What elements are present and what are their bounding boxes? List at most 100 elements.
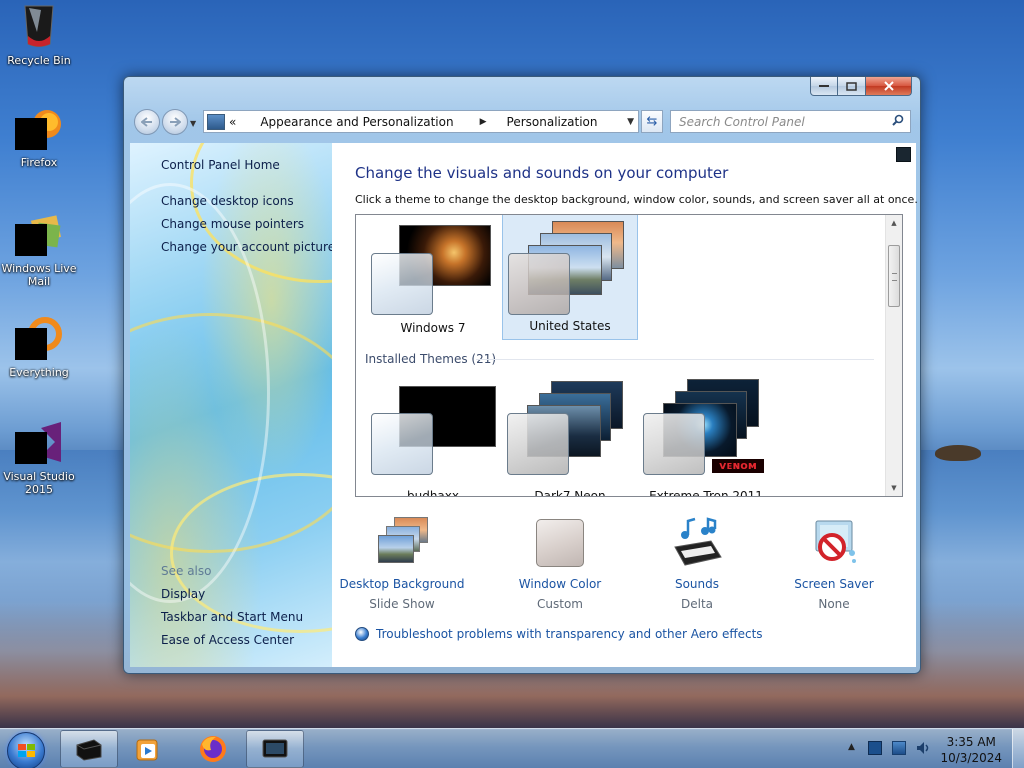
control-panel-icon [207, 113, 225, 130]
back-button[interactable] [134, 109, 160, 135]
refresh-icon: ⇆ [646, 114, 658, 129]
refresh-button[interactable]: ⇆ [641, 110, 663, 133]
scroll-down-icon[interactable]: ▼ [886, 480, 902, 496]
desktop-icon-recycle-bin[interactable]: Recycle Bin [0, 2, 78, 67]
window-color-swatch [371, 413, 433, 475]
section-divider [476, 359, 874, 360]
personalization-icon [262, 739, 288, 758]
network-icon[interactable] [892, 741, 906, 755]
window-color-option[interactable]: Window Color Custom [490, 517, 630, 611]
scroll-up-icon[interactable]: ▲ [886, 215, 902, 231]
desktop-icon-firefox[interactable]: Firefox [0, 104, 78, 169]
search-input[interactable]: Search Control Panel [679, 115, 892, 129]
window-color-swatch [507, 413, 569, 475]
show-hidden-icons-icon[interactable]: ▲ [848, 742, 855, 752]
theme-budhaxx[interactable]: budhaxx [365, 377, 501, 497]
show-desktop-button[interactable] [1012, 729, 1024, 768]
control-panel-home-link[interactable]: Control Panel Home [161, 158, 280, 172]
desktop-background-icon [376, 517, 428, 569]
window-color-icon [534, 517, 586, 569]
clock[interactable]: 3:35 AM 10/3/2024 [940, 734, 1002, 766]
help-icon[interactable] [896, 147, 911, 162]
recent-pages-dropdown[interactable]: ▼ [190, 119, 198, 128]
search-box[interactable]: Search Control Panel [670, 110, 911, 133]
personalization-window: ▼ « Appearance and Personalization ▶ Per… [123, 76, 921, 674]
change-mouse-pointers-link[interactable]: Change mouse pointers [161, 217, 304, 231]
taskbar-start-menu-link[interactable]: Taskbar and Start Menu [161, 610, 303, 624]
taskbar-explorer[interactable] [60, 730, 118, 768]
see-also-heading: See also [161, 564, 212, 578]
sounds-option[interactable]: Sounds Delta [627, 517, 767, 611]
theme-united-states[interactable]: United States [502, 215, 638, 340]
address-overflow[interactable]: « [229, 115, 236, 129]
sounds-label[interactable]: Sounds [627, 577, 767, 591]
clock-date: 10/3/2024 [940, 751, 1002, 765]
display-link[interactable]: Display [161, 587, 205, 601]
theme-windows-7[interactable]: Windows 7 [365, 215, 501, 341]
theme-name: budhaxx [406, 489, 459, 497]
windows-live-mail-icon [15, 210, 63, 258]
theme-extreme-tron-2011[interactable]: ᴠᴇɴᴏᴍ Extreme Tron 2011 [638, 377, 774, 496]
theme-name: Dark7 Neon [534, 489, 606, 497]
desktop-icon-visual-studio[interactable]: Visual Studio 2015 [0, 418, 78, 496]
clock-time: 3:35 AM [946, 735, 996, 749]
back-arrow-icon [141, 117, 152, 127]
content-pane: Change the visuals and sounds on your co… [332, 143, 918, 667]
scroll-thumb[interactable] [888, 245, 900, 307]
theme-name: Windows 7 [400, 321, 466, 335]
everything-icon [15, 314, 63, 362]
page-title: Change the visuals and sounds on your co… [355, 164, 729, 182]
sounds-icon [671, 517, 723, 569]
theme-dark7-neon[interactable]: Dark7 Neon [502, 377, 638, 497]
desktop-icon-windows-live-mail[interactable]: Windows Live Mail [0, 210, 78, 288]
forward-arrow-icon [170, 117, 181, 127]
taskbar-personalization[interactable] [246, 730, 304, 768]
window-color-swatch [508, 253, 570, 315]
action-center-icon[interactable] [868, 741, 882, 755]
window-color-label[interactable]: Window Color [490, 577, 630, 591]
taskbar: ▲ 3:35 AM 10/3/2024 [0, 728, 1024, 768]
volume-icon[interactable] [916, 741, 930, 755]
breadcrumb-personalization[interactable]: Personalization [507, 115, 598, 129]
theme-logo-badge: ᴠᴇɴᴏᴍ [712, 459, 764, 473]
address-bar[interactable]: « Appearance and Personalization ▶ Perso… [203, 110, 639, 133]
change-account-picture-link[interactable]: Change your account picture [161, 240, 332, 254]
firefox-icon [15, 104, 63, 152]
close-button[interactable] [866, 77, 912, 96]
taskbar-firefox[interactable] [184, 730, 242, 768]
ease-of-access-link[interactable]: Ease of Access Center [161, 633, 294, 647]
forward-button[interactable] [162, 109, 188, 135]
address-dropdown-icon[interactable]: ▼ [627, 117, 634, 127]
breadcrumb-appearance[interactable]: Appearance and Personalization [260, 115, 453, 129]
firefox-icon [200, 736, 226, 762]
change-desktop-icons-link[interactable]: Change desktop icons [161, 194, 294, 208]
troubleshoot-label[interactable]: Troubleshoot problems with transparency … [376, 627, 763, 641]
minimize-button[interactable] [810, 77, 838, 96]
desktop-background-option[interactable]: Desktop Background Slide Show [332, 517, 472, 611]
desktop-background-label[interactable]: Desktop Background [332, 577, 472, 591]
troubleshoot-link[interactable]: Troubleshoot problems with transparency … [355, 627, 763, 641]
left-navigation-pane: Control Panel Home Change desktop icons … [130, 143, 332, 667]
sounds-value: Delta [680, 597, 713, 611]
screen-saver-label[interactable]: Screen Saver [764, 577, 904, 591]
window-color-swatch [643, 413, 705, 475]
window-color-swatch [371, 253, 433, 315]
troubleshoot-icon [355, 627, 369, 641]
maximize-button[interactable] [838, 77, 866, 96]
desktop-rock [935, 445, 981, 461]
theme-list: Windows 7 United States Installed Themes… [355, 214, 903, 497]
start-button[interactable] [7, 732, 45, 768]
breadcrumb-separator-icon[interactable]: ▶ [480, 117, 487, 127]
desktop-background-value: Slide Show [369, 597, 435, 611]
taskbar-media-player[interactable] [119, 730, 177, 768]
windows-logo-icon [18, 744, 36, 759]
screen-saver-option[interactable]: Screen Saver None [764, 517, 904, 611]
window-color-value: Custom [537, 597, 583, 611]
caption-buttons [810, 77, 912, 97]
explorer-icon [76, 739, 102, 761]
theme-name: United States [529, 319, 611, 333]
recycle-bin-icon [15, 2, 63, 50]
desktop-icon-everything[interactable]: Everything [0, 314, 78, 379]
search-icon[interactable] [892, 114, 910, 130]
theme-list-scrollbar[interactable]: ▲ ▼ [885, 215, 902, 496]
